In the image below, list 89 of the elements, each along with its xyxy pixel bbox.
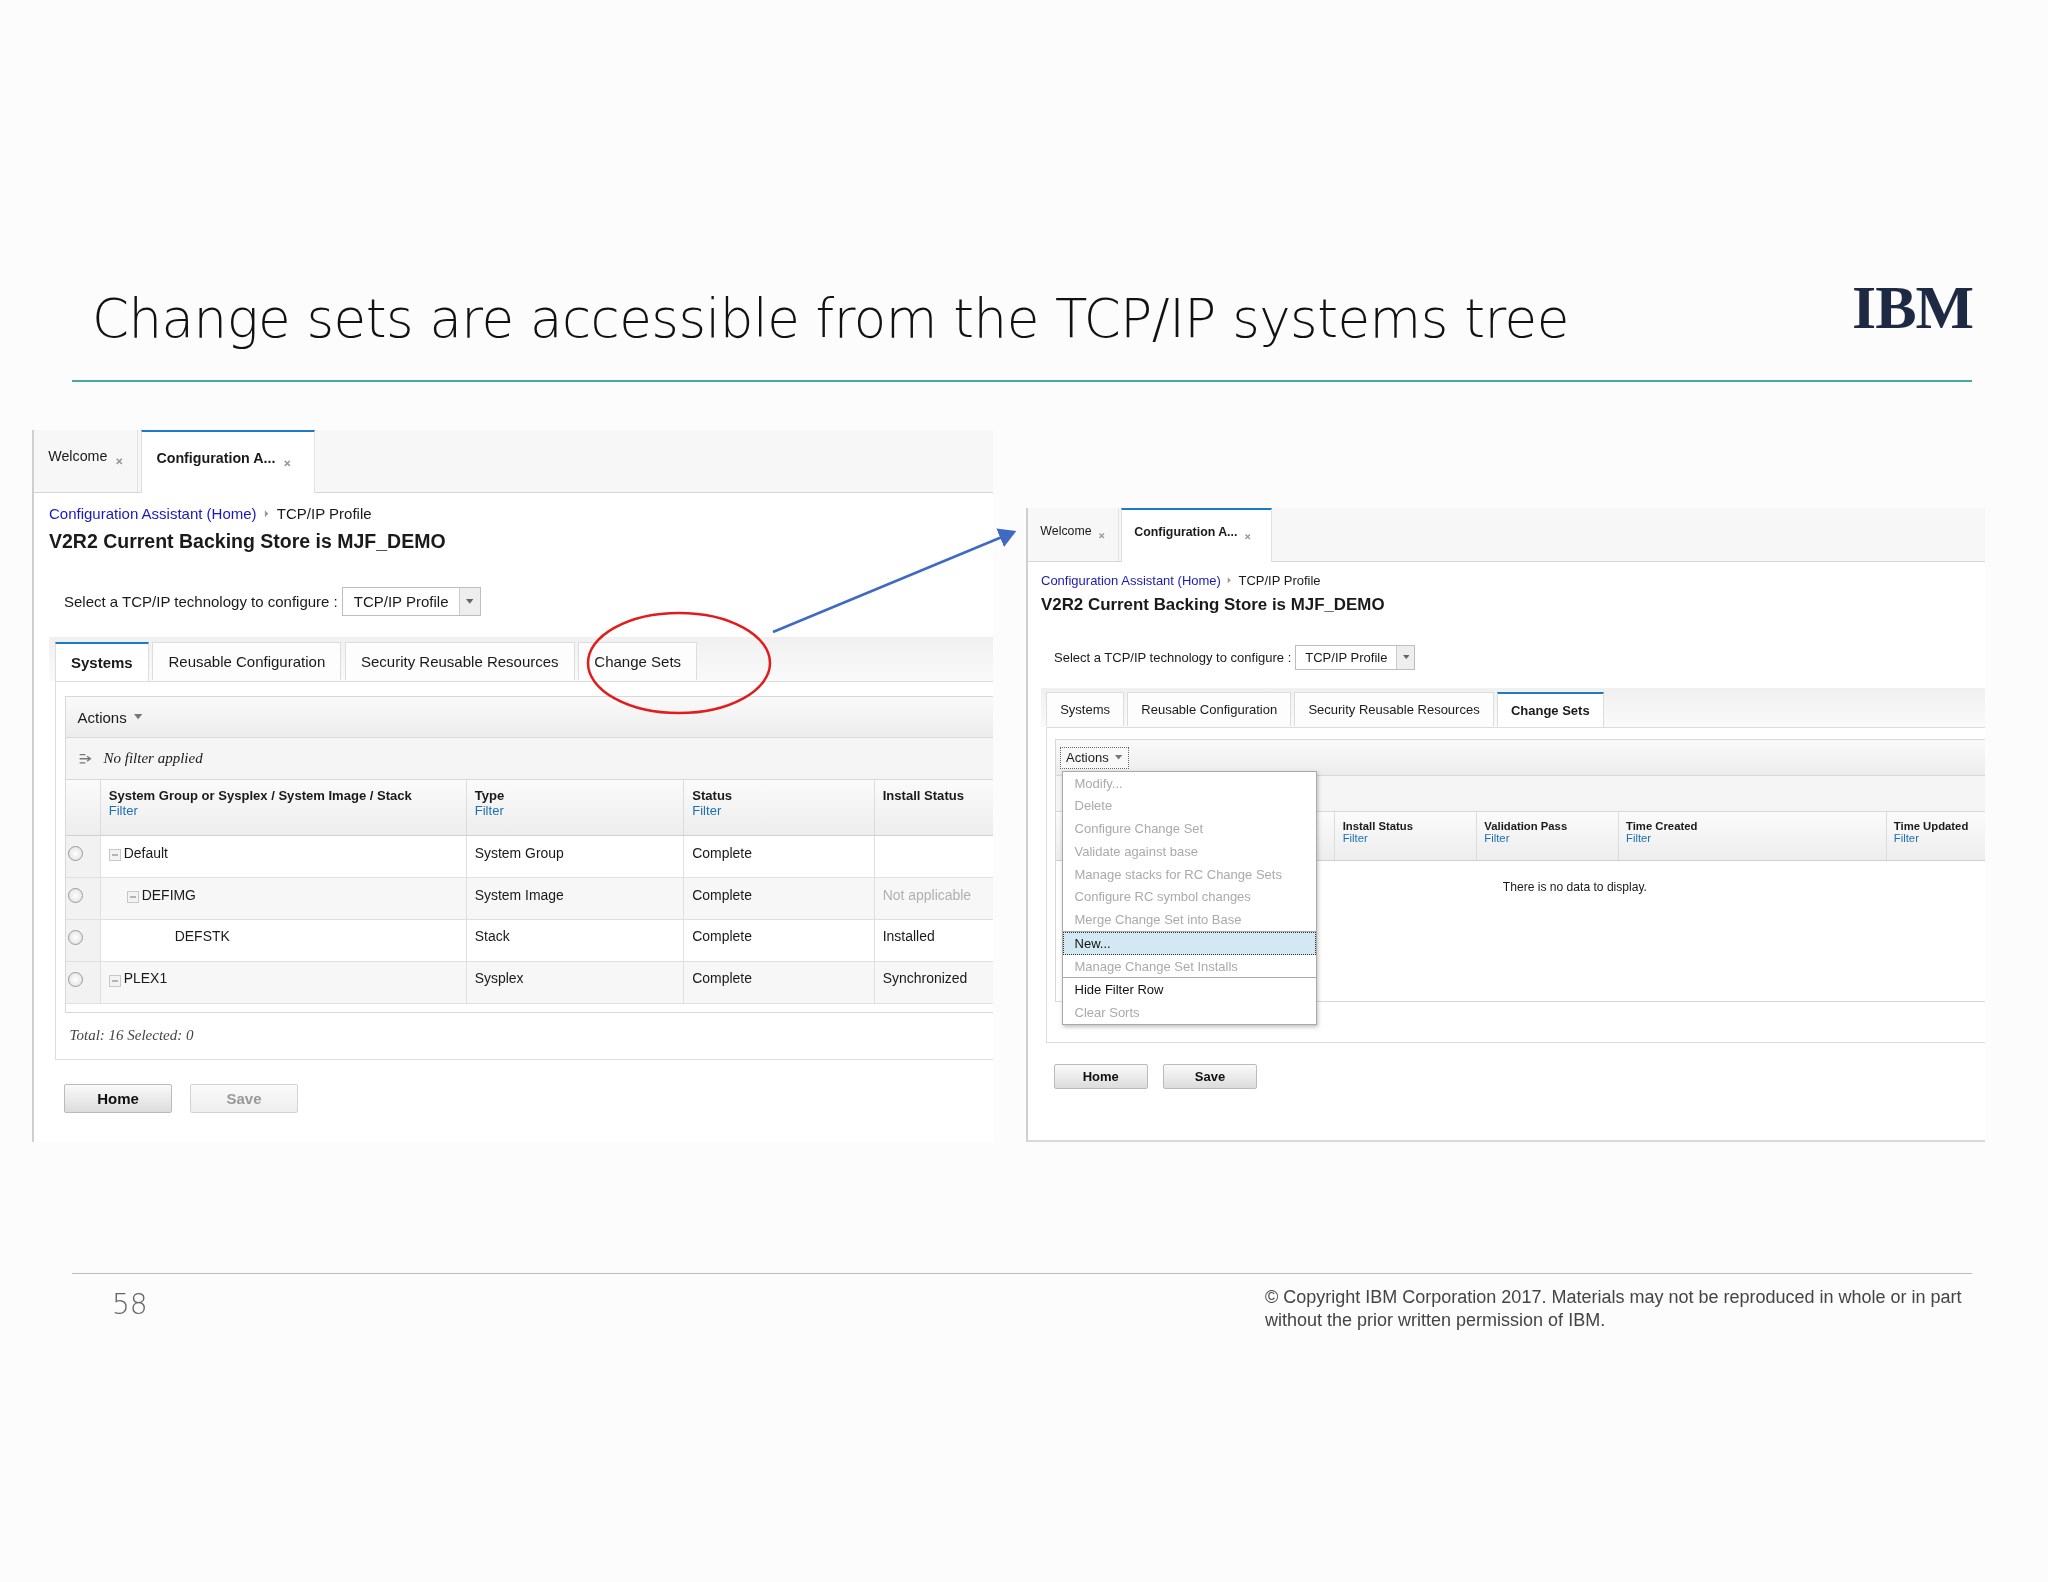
page-heading: V2R2 Current Backing Store is MJF_DEMO xyxy=(1041,594,1386,615)
breadcrumb-current: TCP/IP Profile xyxy=(276,505,372,522)
view-tab[interactable]: Change Sets xyxy=(1496,692,1604,727)
caret-icon xyxy=(1402,655,1410,660)
radio-button[interactable] xyxy=(68,971,84,987)
column-header[interactable]: Install Status xyxy=(874,779,993,836)
table-cell: Complete xyxy=(692,844,752,861)
column-header[interactable]: Time Updated Filter xyxy=(1886,812,1985,861)
logo: IBM xyxy=(1852,276,1973,338)
filter-link[interactable]: Filter xyxy=(1626,831,1652,844)
table-cell: Stack xyxy=(474,928,510,945)
column-header[interactable]: Type Filter xyxy=(466,779,684,836)
view-tab[interactable]: Reusable Configuration xyxy=(1127,692,1292,726)
table-cell: Complete xyxy=(692,886,752,903)
home-button[interactable]: Home xyxy=(1054,1063,1148,1089)
column-header[interactable]: Status Filter xyxy=(684,779,875,836)
breadcrumb-link[interactable]: Configuration Assistant (Home) xyxy=(1041,573,1221,588)
column-title: Validation Pass xyxy=(1484,819,1569,832)
collapse-icon[interactable] xyxy=(108,974,121,987)
column-header[interactable]: Install Status Filter xyxy=(1335,812,1478,861)
caret-icon xyxy=(1115,755,1123,760)
close-icon[interactable] xyxy=(1243,533,1251,541)
empty-message: There is no data to display. xyxy=(1502,879,1647,896)
menu-item[interactable]: Hide Filter Row xyxy=(1063,978,1316,1002)
tree-node-label: DEFIMG xyxy=(141,886,196,903)
collapse-icon[interactable] xyxy=(108,849,121,862)
view-tab[interactable]: Change Sets xyxy=(578,641,698,681)
table-cell: Synchronized xyxy=(882,970,968,987)
total-count: Total: 16 Selected: 0 xyxy=(69,1027,194,1045)
filter-link[interactable]: Filter xyxy=(692,803,722,819)
table-cell: Installed xyxy=(882,928,935,945)
tree-node-label: PLEX1 xyxy=(123,970,168,987)
breadcrumb-link[interactable]: Configuration Assistant (Home) xyxy=(49,505,257,522)
caret-icon xyxy=(134,714,143,720)
select-label: Select a TCP/IP technology to configure : xyxy=(64,593,338,611)
column-header[interactable]: Validation Pass Filter xyxy=(1477,812,1619,861)
filter-link[interactable]: Filter xyxy=(1342,831,1368,844)
close-icon[interactable] xyxy=(1097,531,1106,539)
chevron-icon xyxy=(264,509,270,518)
table-cell: Not applicable xyxy=(882,886,972,903)
filter-link[interactable]: Filter xyxy=(108,803,138,819)
table-cell: Sysplex xyxy=(474,970,524,987)
document-tab[interactable]: Configuration A... xyxy=(141,430,315,493)
radio-button[interactable] xyxy=(68,888,84,904)
tree-node-label: DEFSTK xyxy=(174,928,230,945)
chevron-icon xyxy=(1227,577,1232,584)
filter-link[interactable]: Filter xyxy=(1893,831,1919,844)
column-title: Type xyxy=(474,788,506,804)
table-cell: System Image xyxy=(474,886,564,903)
actions-menu-button[interactable]: Actions xyxy=(70,704,150,730)
view-tab[interactable]: Systems xyxy=(55,641,149,682)
filter-link[interactable]: Filter xyxy=(1484,831,1510,844)
column-header[interactable]: System Group or Sysplex / System Image / Stack Filter xyxy=(100,779,467,836)
actions-menu-button[interactable]: Actions xyxy=(1059,746,1129,769)
table-cell: Complete xyxy=(692,970,752,987)
menu-item[interactable]: New... xyxy=(1063,932,1316,955)
table-cell: Complete xyxy=(692,928,752,945)
copyright-notice: © Copyright IBM Corporation 2017. Materials may not be reproduced in whole or in part without the prior written permission of IBM. xyxy=(1265,1286,1963,1333)
document-tab[interactable]: Configuration A... xyxy=(1120,508,1272,563)
collapse-icon[interactable] xyxy=(126,891,139,904)
close-icon[interactable] xyxy=(282,458,292,468)
radio-button[interactable] xyxy=(68,929,84,945)
view-tab[interactable]: Systems xyxy=(1046,692,1125,726)
caret-icon xyxy=(466,599,474,605)
select-label: Select a TCP/IP technology to configure : xyxy=(1054,649,1292,665)
radio-button[interactable] xyxy=(68,846,84,862)
column-header[interactable]: Time Created Filter xyxy=(1618,812,1887,861)
view-tab[interactable]: Security Reusable Resources xyxy=(345,641,575,681)
tree-node-label: Default xyxy=(123,844,168,861)
save-button[interactable]: Save xyxy=(1163,1063,1257,1089)
column-title: Status xyxy=(692,788,734,804)
view-tab[interactable]: Reusable Configuration xyxy=(152,641,342,681)
filter-link[interactable]: Filter xyxy=(474,803,504,819)
table-cell: System Group xyxy=(474,844,564,861)
page-number: 58 xyxy=(112,1288,148,1321)
column-title: Time Updated xyxy=(1893,819,1970,832)
column-title: System Group or Sysplex / System Image / Stack xyxy=(108,788,413,804)
technology-dropdown[interactable]: TCP/IP Profile xyxy=(1295,644,1416,670)
column-title: Time Created xyxy=(1626,819,1699,832)
close-icon[interactable] xyxy=(114,457,124,466)
column-title: Install Status xyxy=(1342,819,1414,832)
slide-title: Change sets are accessible from the TCP/IP systems tree xyxy=(92,288,1569,349)
technology-dropdown[interactable]: TCP/IP Profile xyxy=(342,587,481,617)
home-button[interactable]: Home xyxy=(64,1084,172,1114)
page-heading: V2R2 Current Backing Store is MJF_DEMO xyxy=(49,529,447,553)
filter-status: No filter applied xyxy=(103,750,203,768)
column-title: Install Status xyxy=(882,788,965,804)
breadcrumb-current: TCP/IP Profile xyxy=(1238,573,1321,588)
view-tab[interactable]: Security Reusable Resources xyxy=(1294,692,1494,726)
